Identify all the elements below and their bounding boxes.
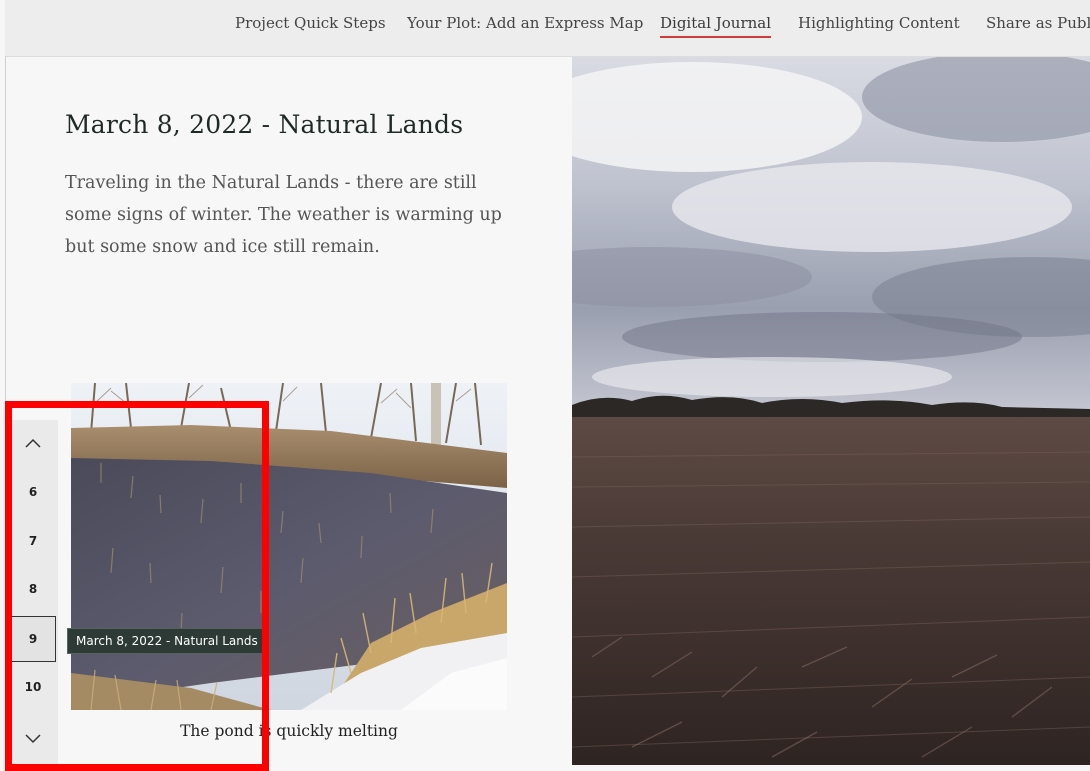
landscape-photo xyxy=(572,57,1090,765)
entry-10-button[interactable]: 10 xyxy=(10,664,56,710)
nav-item-share-as-public[interactable]: Share as Public xyxy=(986,14,1090,32)
entry-9-button[interactable]: 9 xyxy=(10,616,56,662)
entry-6-button[interactable]: 6 xyxy=(10,469,56,515)
chevron-down-icon xyxy=(25,734,41,744)
entry-7-button[interactable]: 7 xyxy=(10,518,56,564)
entry-tooltip: March 8, 2022 - Natural Lands xyxy=(67,628,267,654)
photo-caption: The pond is quickly melting xyxy=(180,722,398,740)
nav-item-digital-journal[interactable]: Digital Journal xyxy=(660,14,772,38)
nav-item-highlighting-content[interactable]: Highlighting Content xyxy=(798,14,960,32)
entry-8-button[interactable]: 8 xyxy=(10,566,56,612)
top-navigation: Project Quick Steps Your Plot: Add an Ex… xyxy=(5,0,1090,57)
chevron-up-icon xyxy=(25,438,41,448)
previous-entry-button[interactable] xyxy=(10,420,56,466)
entry-body: Traveling in the Natural Lands - there a… xyxy=(65,173,502,257)
next-entry-button[interactable] xyxy=(10,716,56,762)
entry-title: March 8, 2022 - Natural Lands xyxy=(65,110,464,139)
pond-photo[interactable] xyxy=(71,383,507,710)
field-image xyxy=(572,57,1090,765)
nav-item-add-express-map[interactable]: Your Plot: Add an Express Map xyxy=(407,14,643,32)
entry-navigation-rail: 6 7 8 9 10 xyxy=(10,420,58,765)
nav-item-project-quick-steps[interactable]: Project Quick Steps xyxy=(235,14,386,32)
pond-image xyxy=(71,383,507,710)
